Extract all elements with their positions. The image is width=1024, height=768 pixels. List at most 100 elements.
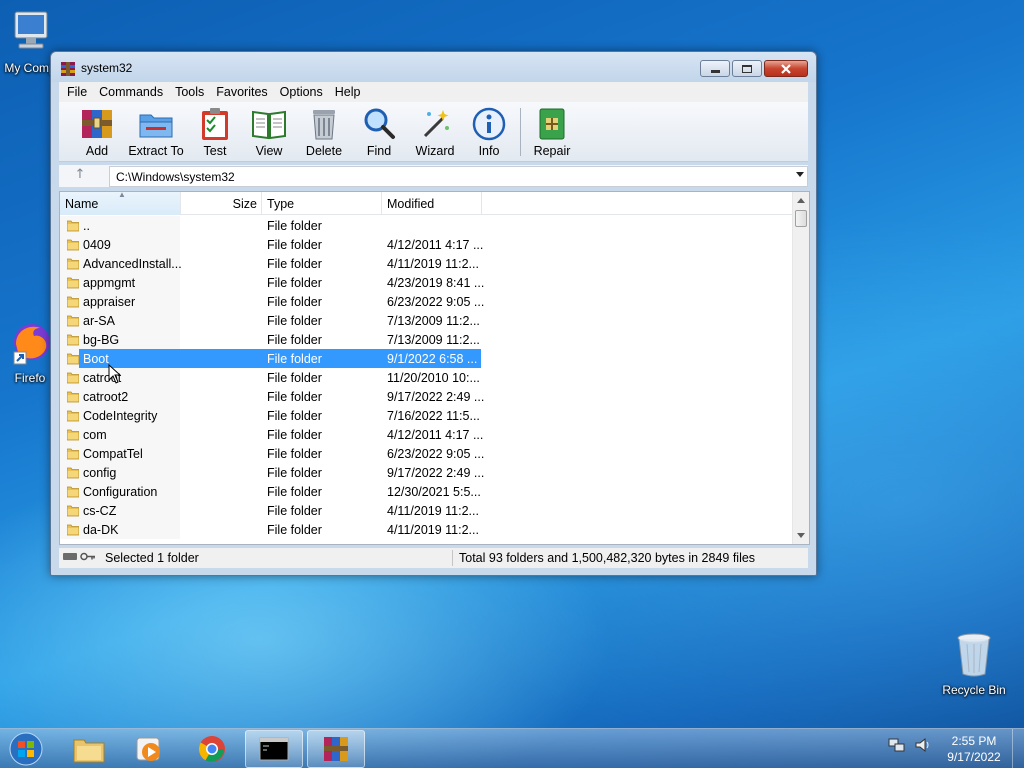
- start-button[interactable]: [6, 731, 46, 767]
- scroll-up-icon[interactable]: [797, 198, 805, 203]
- column-type[interactable]: Type: [262, 192, 382, 215]
- media-player-icon: [136, 737, 160, 761]
- menu-tools[interactable]: Tools: [173, 85, 210, 99]
- repair-kit-icon: [539, 108, 565, 140]
- show-desktop-button[interactable]: [1012, 729, 1024, 768]
- column-modified[interactable]: Modified: [382, 192, 482, 215]
- file-row[interactable]: Boot File folder 9/1/2022 6:58 ...: [60, 349, 792, 368]
- file-row[interactable]: CodeIntegrity File folder 7/16/2022 11:5..…: [60, 406, 792, 425]
- status-bar: Selected 1 folder Total 93 folders and 1…: [59, 548, 808, 568]
- file-name: da-DK: [83, 523, 119, 537]
- file-modified: 4/11/2019 11:2...: [387, 523, 479, 537]
- extract-folder-icon: [139, 114, 173, 138]
- file-row[interactable]: cs-CZ File folder 4/11/2019 11:2...: [60, 501, 792, 520]
- file-type: File folder: [267, 314, 322, 328]
- repair-label: Repair: [533, 144, 571, 158]
- file-row[interactable]: catroot File folder 11/20/2010 10:...: [60, 368, 792, 387]
- taskbar: 2:55 PM 9/17/2022: [0, 728, 1024, 768]
- winrar-window: system32 File Commands Tools Favorites O…: [50, 51, 817, 576]
- address-field[interactable]: C:\Windows\system32: [109, 166, 808, 187]
- file-row[interactable]: bg-BG File folder 7/13/2009 11:2...: [60, 330, 792, 349]
- chevron-down-icon[interactable]: [796, 172, 804, 177]
- folder-icon: [66, 447, 80, 460]
- file-row[interactable]: AdvancedInstall... File folder 4/11/2019 1…: [60, 254, 792, 273]
- menu-file[interactable]: File: [65, 85, 93, 99]
- menu-options[interactable]: Options: [278, 85, 329, 99]
- folder-icon: [66, 390, 80, 403]
- volume-icon[interactable]: [914, 737, 932, 753]
- file-row[interactable]: catroot2 File folder 9/17/2022 2:49 ...: [60, 387, 792, 406]
- folder-icon: [66, 352, 80, 365]
- up-folder-button[interactable]: ↑: [65, 167, 95, 185]
- taskbar-cmd[interactable]: [245, 730, 303, 768]
- file-name: appmgmt: [83, 276, 136, 290]
- vertical-scrollbar[interactable]: [792, 192, 809, 544]
- taskbar-media-player[interactable]: [120, 730, 178, 768]
- close-button[interactable]: [764, 60, 808, 77]
- folder-icon: [66, 371, 80, 384]
- file-modified: 9/17/2022 2:49 ...: [387, 466, 485, 480]
- add-archive-icon: [82, 110, 112, 138]
- maximize-button[interactable]: [732, 60, 762, 77]
- arrow-up-icon: ↑: [74, 167, 86, 182]
- file-row[interactable]: config File folder 9/17/2022 2:49 ...: [60, 463, 792, 482]
- add-label: Add: [85, 144, 109, 158]
- file-row[interactable]: 0409 File folder 4/12/2011 4:17 ...: [60, 235, 792, 254]
- file-row[interactable]: CompatTel File folder 6/23/2022 9:05 ...: [60, 444, 792, 463]
- folder-icon: [66, 295, 80, 308]
- minimize-button[interactable]: [700, 60, 730, 77]
- clock[interactable]: 2:55 PM 9/17/2022: [940, 733, 1008, 765]
- folder-icon: [66, 485, 80, 498]
- file-row[interactable]: appmgmt File folder 4/23/2019 8:41 ...: [60, 273, 792, 292]
- file-type: File folder: [267, 428, 322, 442]
- file-name: appraiser: [83, 295, 136, 309]
- add-button[interactable]: Add: [65, 106, 129, 158]
- extract-to-button[interactable]: Extract To: [124, 106, 188, 158]
- clock-date: 9/17/2022: [947, 750, 1001, 764]
- column-name[interactable]: Name ▲: [60, 192, 181, 215]
- taskbar-chrome[interactable]: [183, 730, 241, 768]
- file-row[interactable]: appraiser File folder 6/23/2022 9:05 ...: [60, 292, 792, 311]
- column-header: Name ▲ Size Type Modified: [60, 192, 792, 215]
- info-button[interactable]: Info: [457, 106, 521, 158]
- folder-icon: [66, 504, 80, 517]
- taskbar-winrar[interactable]: [307, 730, 365, 768]
- title-bar[interactable]: system32: [51, 52, 816, 82]
- folder-icon: [66, 409, 80, 422]
- file-type: File folder: [267, 409, 322, 423]
- file-rows: .. File folder 0409 File folder 4/12/2011 4:…: [60, 216, 792, 539]
- menu-favorites[interactable]: Favorites: [214, 85, 273, 99]
- column-size[interactable]: Size: [181, 192, 262, 215]
- menu-commands[interactable]: Commands: [97, 85, 169, 99]
- repair-button[interactable]: Repair: [520, 106, 584, 158]
- status-selection: Selected 1 folder: [105, 551, 199, 565]
- file-row[interactable]: Configuration File folder 12/30/2021 5:5..…: [60, 482, 792, 501]
- file-row[interactable]: da-DK File folder 4/11/2019 11:2...: [60, 520, 792, 539]
- status-divider: [452, 550, 453, 566]
- file-row[interactable]: .. File folder: [60, 216, 792, 235]
- file-type: File folder: [267, 390, 322, 404]
- file-name: config: [83, 466, 117, 480]
- find-label: Find: [366, 144, 392, 158]
- file-name: bg-BG: [83, 333, 120, 347]
- scroll-down-icon[interactable]: [797, 533, 805, 538]
- file-row[interactable]: com File folder 4/12/2011 4:17 ...: [60, 425, 792, 444]
- recycle-bin-icon: [938, 630, 1010, 681]
- menu-help[interactable]: Help: [333, 85, 367, 99]
- desktop-icon-recycle-bin[interactable]: Recycle Bin: [938, 630, 1010, 697]
- file-type: File folder: [267, 466, 322, 480]
- find-button[interactable]: Find: [347, 106, 411, 158]
- view-label: View: [255, 144, 283, 158]
- file-row[interactable]: ar-SA File folder 7/13/2009 11:2...: [60, 311, 792, 330]
- info-icon: [472, 107, 506, 141]
- trash-icon: [313, 110, 335, 140]
- file-list: Name ▲ Size Type Modified .. File folder 0…: [59, 191, 810, 545]
- file-type: File folder: [267, 352, 322, 366]
- file-modified: 12/30/2021 5:5...: [387, 485, 481, 499]
- scroll-thumb[interactable]: [795, 210, 807, 227]
- wizard-label: Wizard: [415, 144, 455, 158]
- network-icon[interactable]: [888, 737, 906, 753]
- taskbar-explorer[interactable]: [60, 730, 118, 768]
- file-modified: 4/11/2019 11:2...: [387, 504, 479, 518]
- folder-icon: [66, 333, 80, 346]
